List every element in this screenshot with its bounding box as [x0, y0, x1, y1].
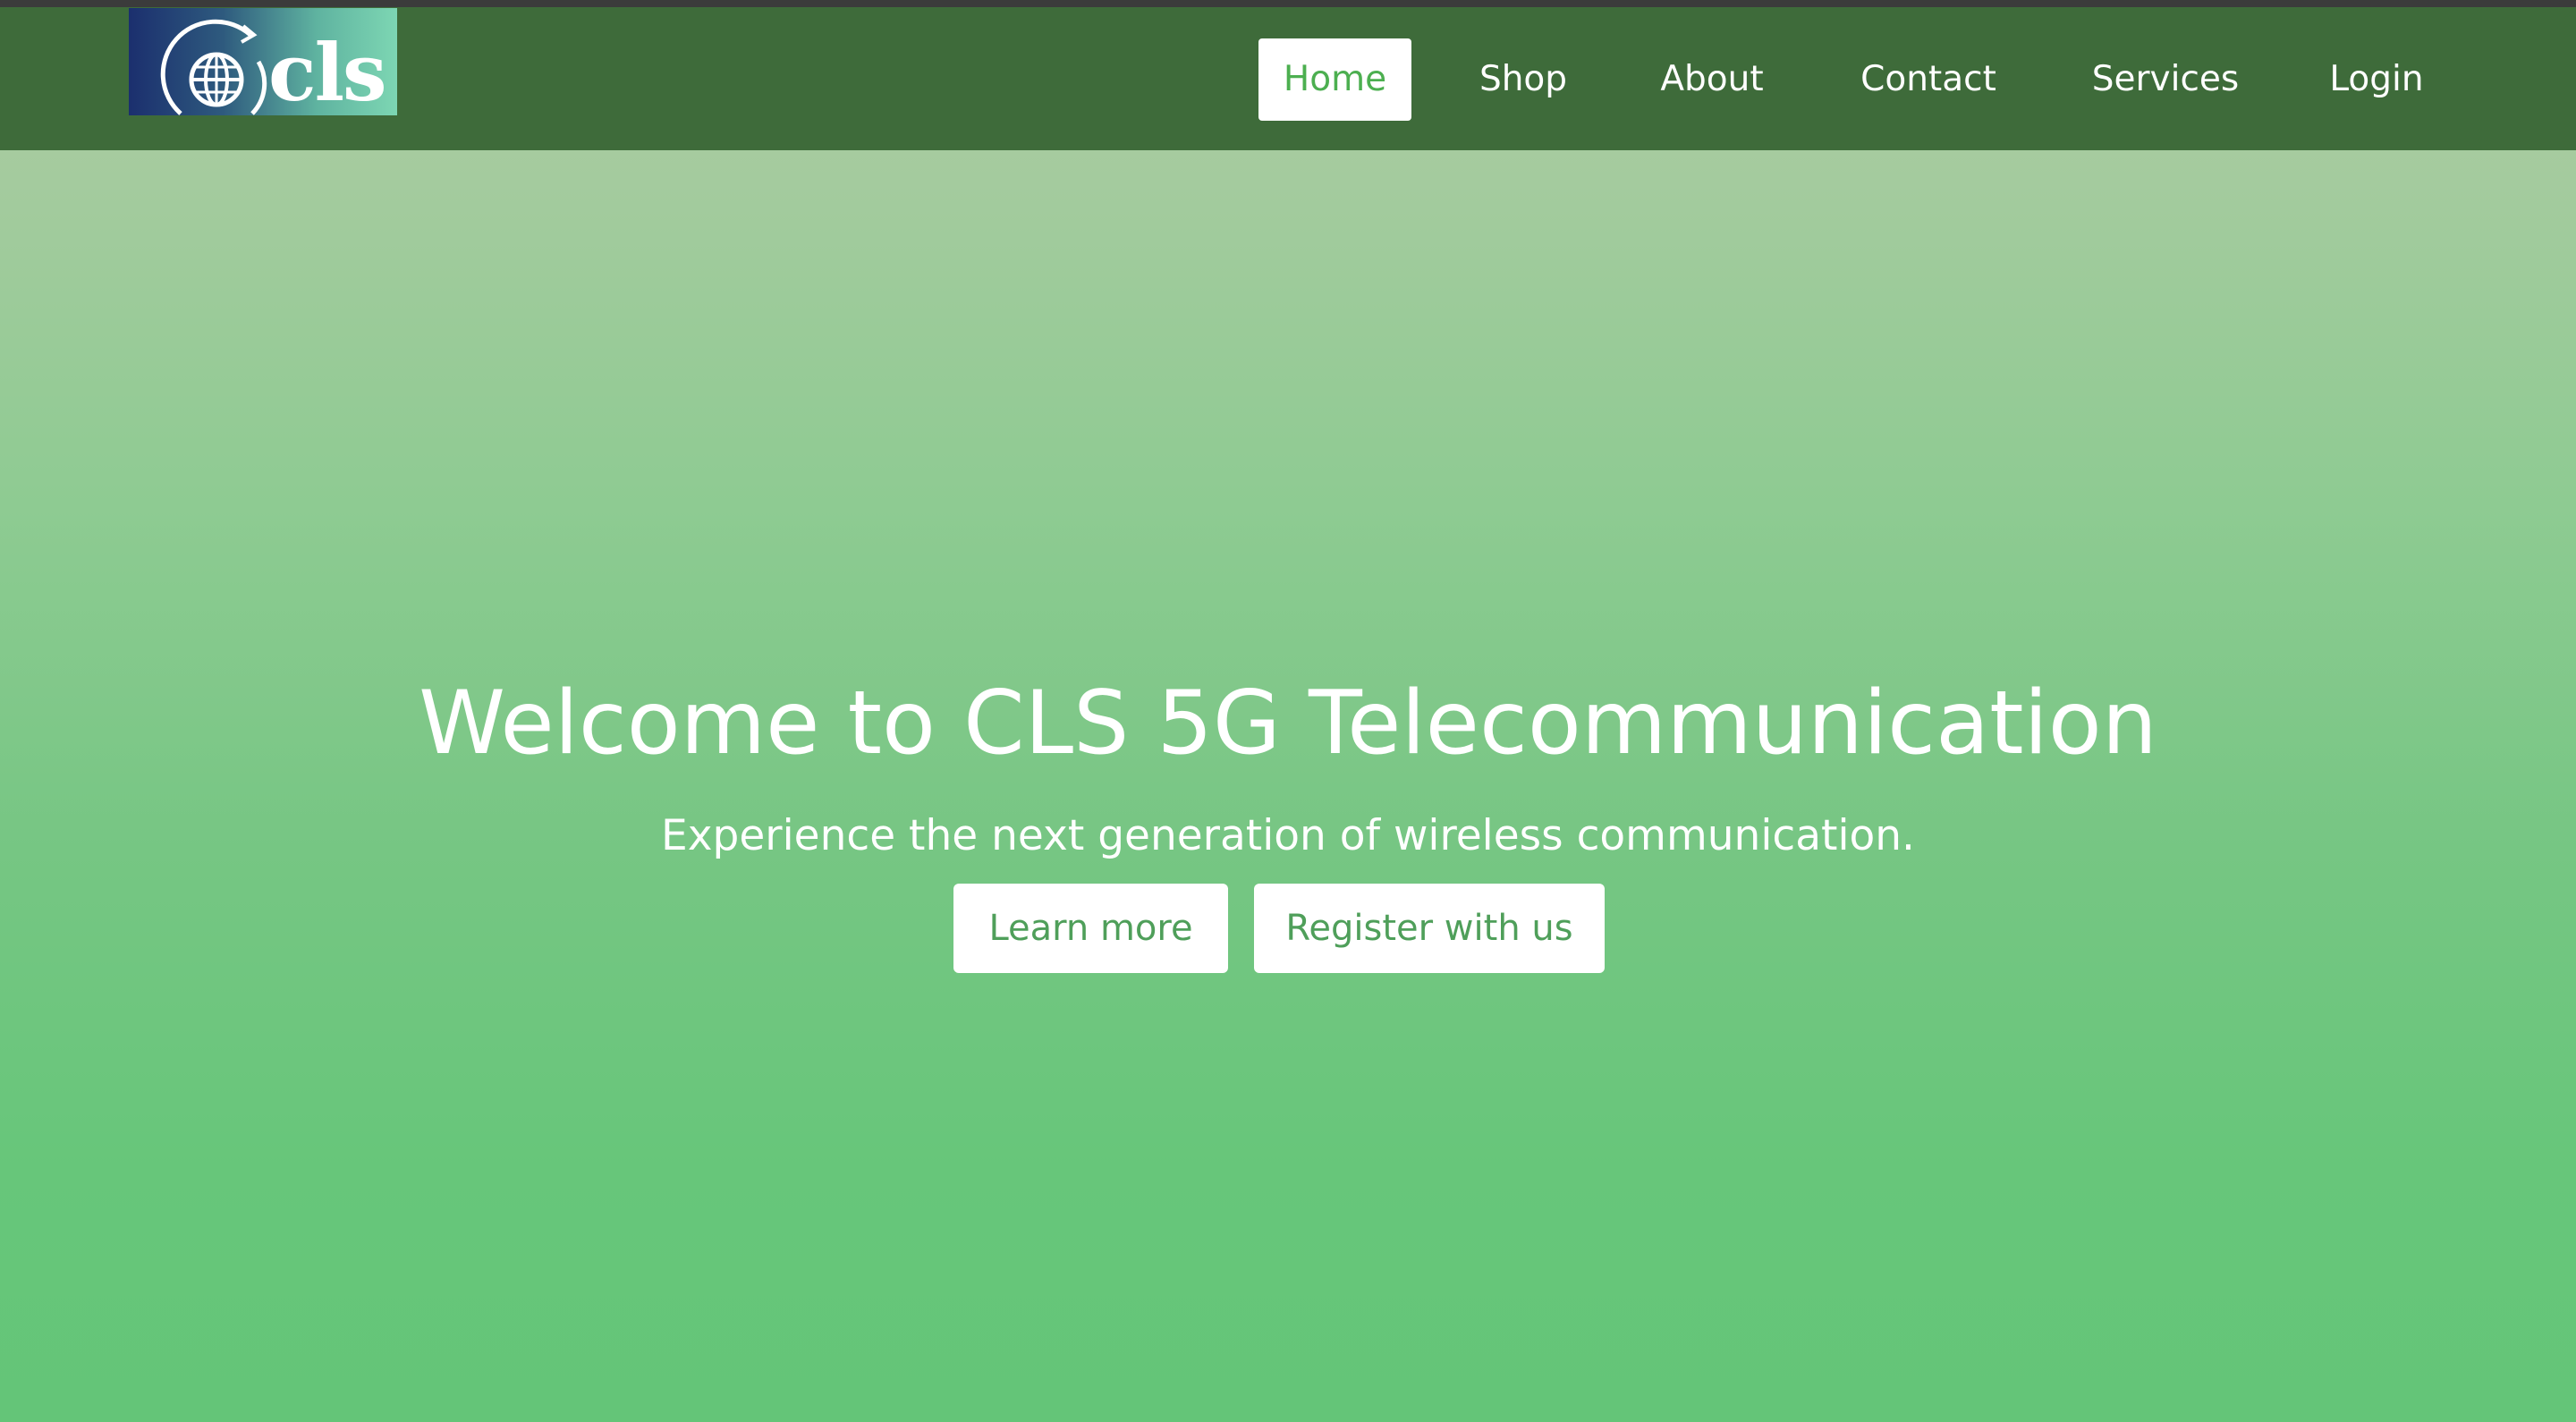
- nav-shop[interactable]: Shop: [1460, 38, 1587, 121]
- hero-section: Welcome to CLS 5G Telecommunication Expe…: [0, 150, 2576, 1422]
- hero-subtitle: Experience the next generation of wirele…: [661, 811, 1915, 860]
- learn-more-button[interactable]: Learn more: [953, 884, 1228, 973]
- navbar: cls Home Shop About Contact Services Log…: [0, 7, 2576, 150]
- nav-contact[interactable]: Contact: [1843, 38, 2014, 121]
- hero-title: Welcome to CLS 5G Telecommunication: [419, 672, 2157, 774]
- brand-logo[interactable]: cls: [129, 8, 397, 115]
- nav-services[interactable]: Services: [2077, 38, 2254, 121]
- nav-home[interactable]: Home: [1258, 38, 1411, 121]
- nav-about[interactable]: About: [1644, 38, 1780, 121]
- browser-top-strip: [0, 0, 2576, 7]
- nav-login[interactable]: Login: [2318, 38, 2435, 121]
- register-button[interactable]: Register with us: [1254, 884, 1605, 973]
- brand-logo-text: cls: [268, 26, 387, 115]
